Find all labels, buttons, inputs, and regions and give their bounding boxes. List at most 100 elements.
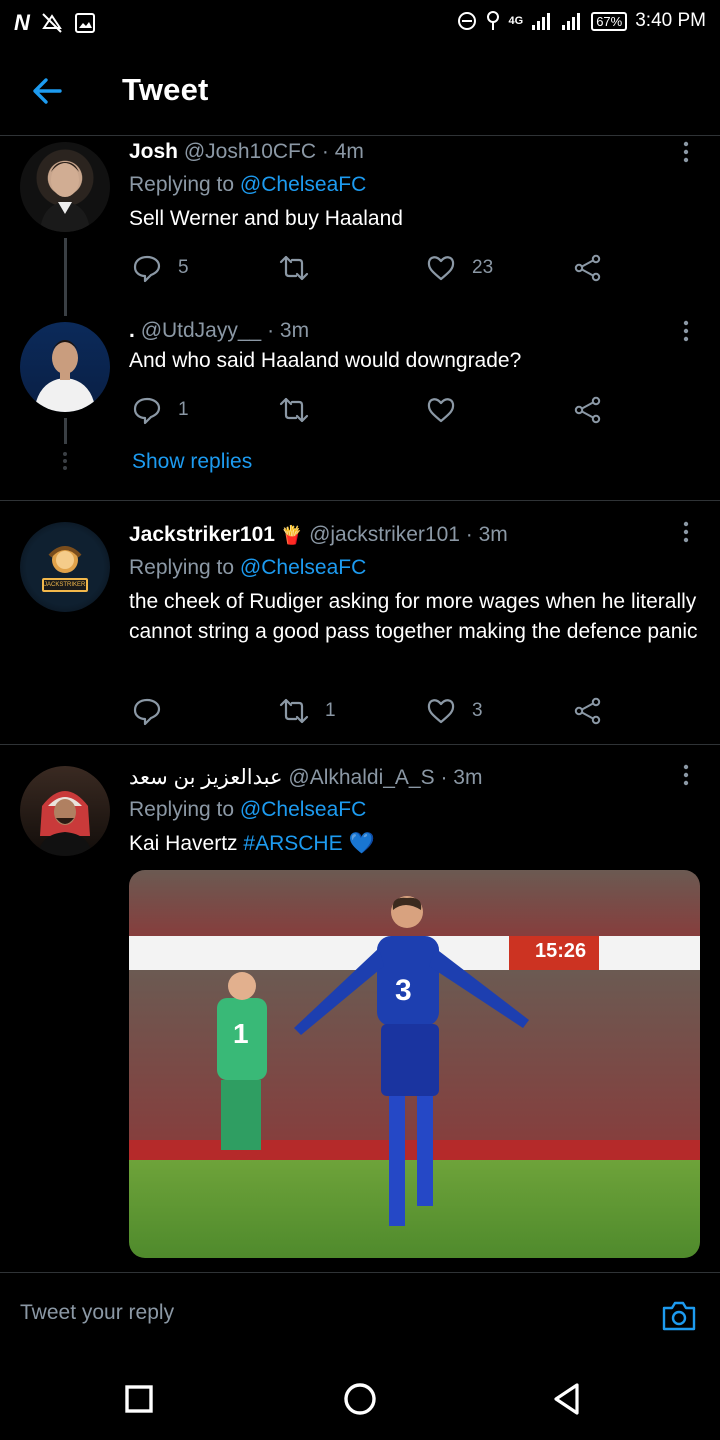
- tweet-text-content: Kai Havertz: [129, 832, 238, 855]
- tweet-text: Sell Werner and buy Haaland: [129, 207, 403, 230]
- replying-label: Replying to: [129, 798, 235, 821]
- timestamp: · 3m: [440, 766, 483, 789]
- replying-to: Replying to @ChelseaFC: [129, 798, 366, 822]
- share-icon: [574, 697, 601, 725]
- avatar-label: JACKSTRIKER101: [44, 582, 86, 588]
- netflix-notification-icon: N: [14, 10, 30, 35]
- show-replies-link[interactable]: Show replies: [132, 450, 252, 474]
- dnd-icon: [457, 12, 476, 30]
- like-button[interactable]: 23: [426, 253, 573, 283]
- thread-line: [64, 238, 67, 316]
- reply-icon: [133, 255, 161, 283]
- share-button[interactable]: [573, 253, 720, 283]
- timestamp: · 3m: [465, 523, 508, 546]
- reply-button[interactable]: 1: [132, 395, 279, 425]
- reply-button[interactable]: 5: [132, 253, 279, 283]
- page-title: Tweet: [122, 72, 209, 107]
- reply-count: 5: [178, 257, 189, 278]
- scoreboard-time: 15:26: [535, 940, 587, 962]
- share-icon: [574, 254, 601, 282]
- like-count: 23: [472, 257, 494, 278]
- retweet-button[interactable]: [279, 253, 426, 283]
- retweet-icon: [279, 397, 309, 423]
- retweet-button[interactable]: 1: [279, 696, 426, 726]
- avatar[interactable]: [20, 322, 110, 412]
- reply-button[interactable]: [132, 696, 279, 726]
- replying-label: Replying to: [129, 173, 235, 196]
- display-name[interactable]: .: [129, 319, 135, 342]
- retweet-icon: [279, 255, 309, 281]
- tweet-header: عبدالعزيز بن سعد @Alkhaldi_A_S · 3m: [129, 765, 482, 790]
- tweet-header: Josh @Josh10CFC · 4m: [129, 140, 364, 164]
- nav-recents-icon[interactable]: [124, 1384, 154, 1414]
- like-icon: [427, 256, 455, 281]
- tweet-text: Kai Havertz #ARSCHE 💙: [129, 829, 699, 859]
- handle[interactable]: @jackstriker101: [309, 523, 460, 546]
- replying-to: Replying to @ChelseaFC: [129, 556, 366, 580]
- share-button[interactable]: [573, 696, 720, 726]
- status-bar: N 4G 67% 3:40 PM: [0, 0, 720, 46]
- network-type: 4G: [508, 15, 524, 27]
- tweet-text: And who said Haaland would downgrade?: [129, 349, 522, 372]
- tweet-media-image[interactable]: 15:26 3 1: [129, 870, 700, 1258]
- like-button[interactable]: [426, 395, 573, 425]
- system-nav-bar: [0, 1350, 720, 1440]
- tweet-header: . @UtdJayy__ · 3m: [129, 319, 309, 343]
- avatar[interactable]: [20, 766, 110, 856]
- header: Tweet: [0, 46, 720, 136]
- camera-icon[interactable]: [660, 1299, 698, 1333]
- avatar-portrait: [38, 791, 92, 856]
- image-notification-icon: [74, 13, 95, 33]
- handle[interactable]: @UtdJayy__: [141, 319, 262, 342]
- tweet-actions: 1 3: [132, 696, 720, 726]
- reply-bar: Tweet your reply: [0, 1272, 720, 1348]
- retweet-button[interactable]: [279, 395, 426, 425]
- like-icon: [427, 699, 455, 724]
- match-photo: [129, 870, 700, 1258]
- avatar[interactable]: JACKSTRIKER101: [20, 522, 110, 612]
- like-icon: [427, 398, 455, 423]
- more-icon[interactable]: [681, 141, 691, 163]
- signal-2-icon: [562, 13, 581, 30]
- like-button[interactable]: 3: [426, 696, 573, 726]
- more-icon[interactable]: [681, 764, 691, 786]
- muted-notification-icon: [42, 13, 62, 33]
- mention-link[interactable]: @ChelseaFC: [240, 556, 366, 579]
- hashtag-link[interactable]: #ARSCHE: [243, 832, 342, 855]
- reply-input[interactable]: Tweet your reply: [20, 1301, 174, 1325]
- display-name[interactable]: عبدالعزيز بن سعد: [129, 766, 283, 789]
- avatar-logo: [42, 546, 88, 592]
- more-icon[interactable]: [681, 320, 691, 342]
- nav-back-icon[interactable]: [552, 1382, 582, 1416]
- display-name[interactable]: Jackstriker101: [129, 523, 275, 546]
- replying-to: Replying to @ChelseaFC: [129, 173, 366, 197]
- status-left-icons: N: [14, 10, 96, 36]
- replying-label: Replying to: [129, 556, 235, 579]
- timestamp: · 3m: [267, 319, 310, 342]
- avatar-portrait: [34, 340, 96, 412]
- share-icon: [574, 396, 601, 424]
- heart-emoji: 💙: [348, 832, 375, 855]
- back-arrow-icon[interactable]: [28, 74, 68, 108]
- reply-count: 1: [178, 399, 189, 420]
- reply-icon: [133, 698, 161, 726]
- handle[interactable]: @Josh10CFC: [184, 140, 316, 163]
- divider: [0, 744, 720, 745]
- reply-icon: [133, 397, 161, 425]
- timestamp: · 4m: [321, 140, 364, 163]
- more-icon[interactable]: [681, 521, 691, 543]
- mention-link[interactable]: @ChelseaFC: [240, 798, 366, 821]
- handle[interactable]: @Alkhaldi_A_S: [288, 766, 434, 789]
- avatar[interactable]: [20, 142, 110, 232]
- tweet-text: the cheek of Rudiger asking for more wag…: [129, 590, 698, 643]
- like-count: 3: [472, 700, 483, 721]
- clock: 3:40 PM: [635, 10, 706, 31]
- nav-home-icon[interactable]: [343, 1382, 377, 1416]
- keeper: [217, 972, 267, 1150]
- name-emoji: 🍟: [280, 525, 304, 545]
- display-name[interactable]: Josh: [129, 140, 178, 163]
- share-button[interactable]: [573, 395, 720, 425]
- mention-link[interactable]: @ChelseaFC: [240, 173, 366, 196]
- status-right: 4G 67% 3:40 PM: [457, 10, 706, 32]
- retweet-icon: [279, 698, 309, 724]
